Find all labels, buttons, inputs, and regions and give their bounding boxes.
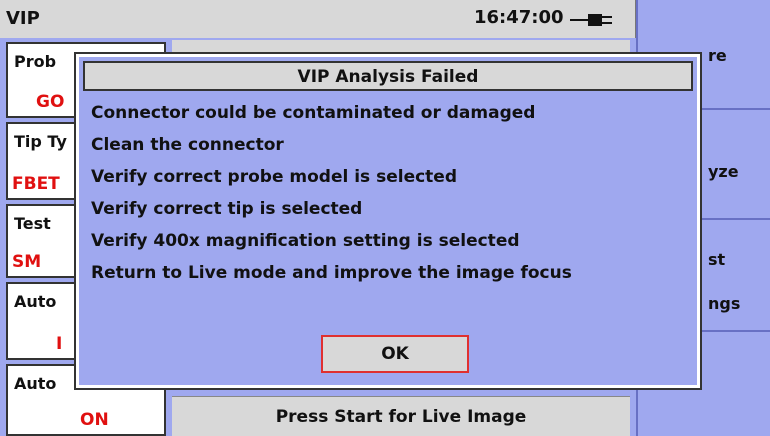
dialog-line: Verify correct tip is selected: [91, 199, 363, 219]
dialog-title: VIP Analysis Failed: [297, 67, 479, 87]
status-message-text: Press Start for Live Image: [275, 407, 527, 427]
auto-value-2: ON: [80, 410, 109, 430]
clock: 16:47:00: [474, 7, 564, 28]
power-plug-icon: [570, 14, 612, 26]
softkey-3-label-a: st: [708, 250, 726, 269]
title-bar: VIP 16:47:00: [0, 0, 636, 38]
app-title: VIP: [6, 8, 40, 29]
tip-type-label: Tip Ty: [14, 132, 67, 151]
probe-label: Prob: [14, 52, 57, 71]
dialog-title-bar: VIP Analysis Failed: [83, 61, 693, 91]
auto-label-2: Auto: [14, 374, 57, 393]
softkey-2-label: yze: [708, 162, 739, 181]
test-label: Test: [14, 214, 51, 233]
dialog-message: Connector could be contaminated or damag…: [91, 97, 572, 289]
analysis-failed-dialog: VIP Analysis Failed Connector could be c…: [74, 52, 702, 390]
ok-button[interactable]: OK: [321, 335, 469, 373]
auto-label-1: Auto: [14, 292, 57, 311]
dialog-line: Connector could be contaminated or damag…: [91, 103, 536, 123]
softkey-1-label: re: [708, 46, 727, 65]
status-message: Press Start for Live Image: [172, 396, 630, 436]
dialog-line: Return to Live mode and improve the imag…: [91, 263, 572, 283]
softkey-3-label-b: ngs: [708, 294, 741, 313]
dialog-line: Verify correct probe model is selected: [91, 167, 457, 187]
dialog-line: Verify 400x magnification setting is sel…: [91, 231, 520, 251]
dialog-line: Clean the connector: [91, 135, 284, 155]
